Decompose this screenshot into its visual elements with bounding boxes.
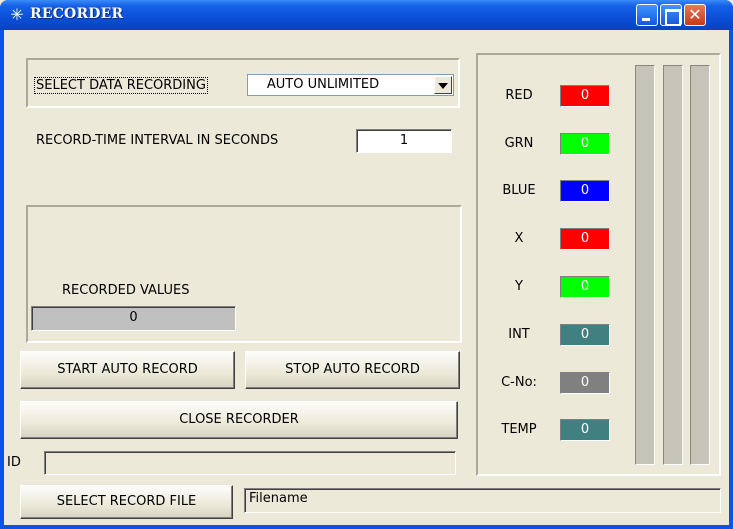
sensor-label-y: Y	[515, 279, 523, 294]
sensor-label-temp: TEMP	[501, 422, 537, 437]
recorded-values-label: RECORDED VALUES	[62, 283, 190, 298]
select-record-file-button[interactable]: SELECT RECORD FILE	[20, 485, 233, 519]
sensor-label-x: X	[514, 231, 524, 246]
sensor-value-y: 0	[560, 276, 610, 298]
sensor-label-c-no: C-No:	[501, 375, 537, 390]
sensor-values-panel	[476, 53, 721, 476]
title-bar[interactable]: ✳ RECORDER ✕	[0, 0, 733, 30]
sensor-value-int: 0	[560, 324, 610, 346]
level-bar-3	[690, 65, 710, 465]
recording-mode-select[interactable]: AUTO UNLIMITED	[247, 74, 454, 96]
maximize-button[interactable]	[660, 4, 682, 26]
window-title: RECORDER	[30, 6, 124, 22]
id-label: ID	[7, 455, 21, 470]
sensor-value-red: 0	[560, 85, 610, 107]
client-area: SELECT DATA RECORDING AUTO UNLIMITED REC…	[4, 30, 729, 525]
close-window-button[interactable]: ✕	[684, 4, 706, 26]
start-auto-record-button[interactable]: START AUTO RECORD	[20, 351, 235, 389]
sensor-value-temp: 0	[560, 419, 610, 441]
minimize-button[interactable]	[636, 4, 658, 26]
stop-auto-record-button[interactable]: STOP AUTO RECORD	[245, 351, 460, 389]
sensor-label-red: RED	[505, 88, 533, 103]
sensor-value-blue: 0	[560, 180, 610, 202]
recorder-window: ✳ RECORDER ✕ SELECT DATA RECORDING AUTO …	[0, 0, 733, 529]
asterisk-icon: ✳	[10, 5, 24, 24]
sensor-value-grn: 0	[560, 133, 610, 155]
sensor-value-c-no: 0	[560, 372, 610, 394]
id-input[interactable]	[44, 451, 456, 475]
level-bar-1	[635, 65, 655, 465]
sensor-label-int: INT	[508, 327, 530, 342]
sensor-label-grn: GRN	[504, 136, 534, 151]
filename-input[interactable]: Filename	[244, 488, 721, 513]
close-icon: ✕	[688, 5, 702, 24]
level-bar-2	[663, 65, 683, 465]
sensor-label-blue: BLUE	[502, 183, 536, 198]
interval-label: RECORD-TIME INTERVAL IN SECONDS	[36, 133, 279, 148]
chevron-down-icon[interactable]	[434, 76, 452, 94]
sensor-value-x: 0	[560, 228, 610, 250]
interval-input[interactable]: 1	[356, 129, 452, 153]
close-recorder-button[interactable]: CLOSE RECORDER	[20, 401, 458, 439]
select-recording-label: SELECT DATA RECORDING	[34, 77, 208, 94]
recording-mode-value: AUTO UNLIMITED	[266, 77, 380, 92]
recorded-values-display: 0	[31, 306, 236, 331]
